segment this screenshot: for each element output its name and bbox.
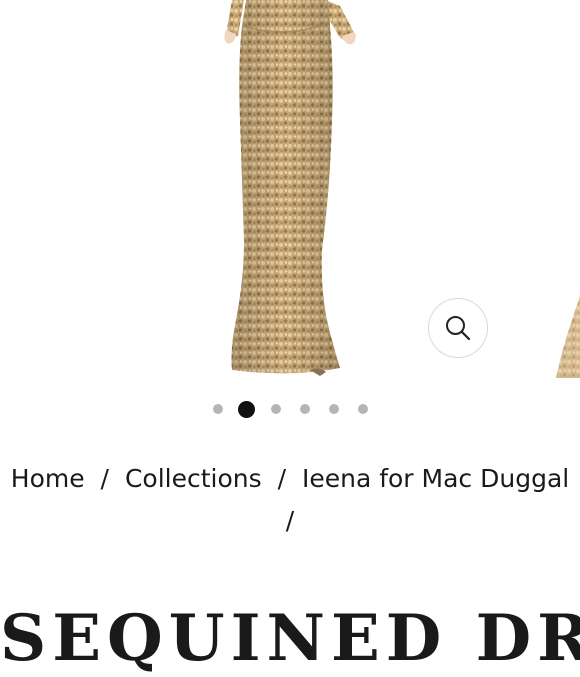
- breadcrumb-separator: /: [285, 506, 295, 535]
- product-gallery[interactable]: [0, 0, 580, 380]
- gallery-dot[interactable]: [212, 404, 223, 414]
- gallery-dot[interactable]: [299, 404, 310, 414]
- gallery-dot[interactable]: [270, 404, 281, 414]
- gallery-pagination: [0, 398, 580, 420]
- breadcrumb-separator: /: [277, 464, 287, 493]
- breadcrumb-collections-link[interactable]: Collections: [125, 464, 262, 493]
- search-icon: [446, 316, 471, 341]
- breadcrumb: Home / Collections / Ieena for Mac Dugga…: [0, 458, 580, 542]
- gallery-dot[interactable]: [357, 404, 368, 414]
- breadcrumb-home-link[interactable]: Home: [11, 464, 85, 493]
- gallery-dot[interactable]: [328, 404, 339, 414]
- product-title: SEQUINED DRAPED: [0, 600, 580, 676]
- breadcrumb-brand-link[interactable]: Ieena for Mac Duggal: [302, 464, 569, 493]
- zoom-button[interactable]: [428, 298, 488, 358]
- breadcrumb-separator: /: [100, 464, 109, 493]
- gallery-dot-active[interactable]: [238, 400, 255, 418]
- product-image: [224, 0, 580, 378]
